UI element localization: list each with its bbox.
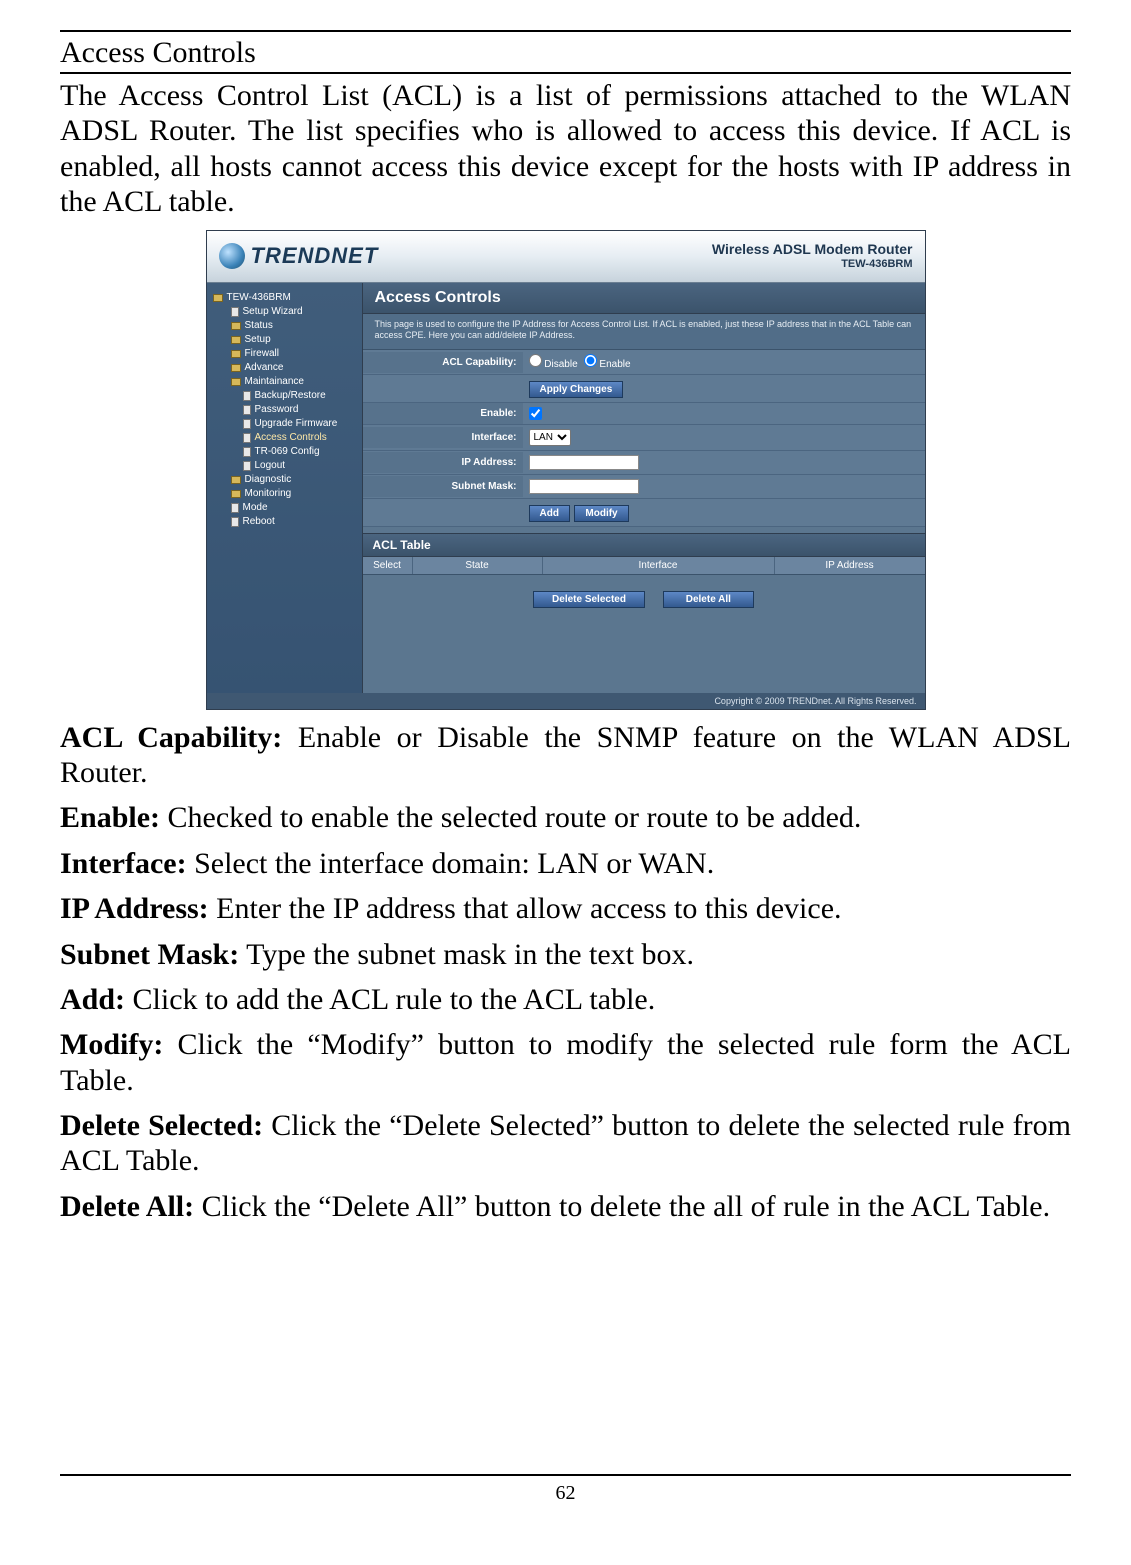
ip-address-input[interactable]	[529, 455, 639, 470]
nav-monitoring[interactable]: Monitoring	[213, 487, 358, 501]
file-icon	[243, 419, 251, 429]
nav-setup[interactable]: Setup	[213, 333, 358, 347]
folder-icon	[231, 322, 241, 330]
router-header: TRENDNET Wireless ADSL Modem Router TEW-…	[207, 231, 925, 283]
row-acl-capability: ACL Capability: Disable Enable	[363, 350, 925, 375]
intro-paragraph: The Access Control List (ACL) is a list …	[60, 78, 1071, 220]
file-icon	[243, 461, 251, 471]
folder-icon	[231, 350, 241, 358]
def-acl-capability: ACL Capability: Enable or Disable the SN…	[60, 720, 1071, 791]
def-interface: Interface: Select the interface domain: …	[60, 846, 1071, 881]
def-delete-selected: Delete Selected: Click the “Delete Selec…	[60, 1108, 1071, 1179]
definitions-block: ACL Capability: Enable or Disable the SN…	[60, 720, 1071, 1225]
row-subnet: Subnet Mask:	[363, 475, 925, 499]
nav-access-controls[interactable]: Access Controls	[213, 431, 358, 445]
folder-icon	[231, 364, 241, 372]
def-ip-address: IP Address: Enter the IP address that al…	[60, 891, 1071, 926]
file-icon	[243, 405, 251, 415]
nav-backup[interactable]: Backup/Restore	[213, 389, 358, 403]
label-ip: IP Address:	[363, 452, 523, 473]
page-number: 62	[60, 1482, 1071, 1505]
def-enable: Enable: Checked to enable the selected r…	[60, 800, 1071, 835]
interface-select[interactable]: LAN	[529, 429, 571, 446]
product-line2: TEW-436BRM	[712, 258, 913, 270]
brand-text: TRENDNET	[251, 243, 379, 269]
row-apply: Apply Changes	[363, 375, 925, 403]
panel-title: Access Controls	[363, 283, 925, 314]
file-icon	[231, 517, 239, 527]
bottom-rule	[60, 1474, 1071, 1476]
nav-password[interactable]: Password	[213, 403, 358, 417]
file-icon	[243, 391, 251, 401]
label-subnet: Subnet Mask:	[363, 476, 523, 497]
nav-root[interactable]: TEW-436BRM	[213, 291, 358, 305]
folder-icon	[213, 294, 223, 302]
subnet-mask-input[interactable]	[529, 479, 639, 494]
product-name: Wireless ADSL Modem Router TEW-436BRM	[712, 242, 913, 269]
col-state: State	[413, 557, 543, 574]
acl-table-columns: Select State Interface IP Address	[363, 557, 925, 575]
row-interface: Interface: LAN	[363, 425, 925, 451]
delete-all-button[interactable]: Delete All	[663, 591, 754, 608]
brand-logo: TRENDNET	[219, 243, 379, 269]
delete-selected-button[interactable]: Delete Selected	[533, 591, 645, 608]
col-interface: Interface	[543, 557, 775, 574]
row-enable: Enable:	[363, 403, 925, 425]
nav-setup-wizard[interactable]: Setup Wizard	[213, 305, 358, 319]
nav-tr069[interactable]: TR-069 Config	[213, 445, 358, 459]
nav-logout[interactable]: Logout	[213, 459, 358, 473]
nav-status[interactable]: Status	[213, 319, 358, 333]
panel-description: This page is used to configure the IP Ad…	[363, 314, 925, 351]
label-enable: Enable:	[363, 403, 523, 424]
folder-icon	[231, 336, 241, 344]
acl-table-buttons: Delete Selected Delete All	[363, 575, 925, 638]
section-title: Access Controls	[60, 36, 1071, 70]
label-acl-capability: ACL Capability:	[363, 352, 523, 373]
folder-icon	[231, 490, 241, 498]
nav-tree: TEW-436BRM Setup Wizard Status Setup Fir…	[207, 283, 362, 693]
add-button[interactable]: Add	[529, 505, 570, 522]
def-modify: Modify: Click the “Modify” button to mod…	[60, 1027, 1071, 1098]
router-footer: Copyright © 2009 TRENDnet. All Rights Re…	[207, 693, 925, 709]
product-line1: Wireless ADSL Modem Router	[712, 242, 913, 257]
enable-checkbox[interactable]	[529, 407, 542, 420]
folder-icon	[231, 378, 241, 386]
globe-icon	[219, 243, 245, 269]
file-icon	[231, 503, 239, 513]
nav-maintainance[interactable]: Maintainance	[213, 375, 358, 389]
row-add-modify: Add Modify	[363, 499, 925, 527]
label-interface: Interface:	[363, 427, 523, 448]
row-ip: IP Address:	[363, 451, 925, 475]
nav-advance[interactable]: Advance	[213, 361, 358, 375]
nav-mode[interactable]: Mode	[213, 501, 358, 515]
nav-diagnostic[interactable]: Diagnostic	[213, 473, 358, 487]
nav-firewall[interactable]: Firewall	[213, 347, 358, 361]
file-icon	[243, 447, 251, 457]
radio-enable[interactable]: Enable	[584, 354, 631, 370]
apply-changes-button[interactable]: Apply Changes	[529, 381, 624, 398]
radio-disable[interactable]: Disable	[529, 354, 578, 370]
router-screenshot: TRENDNET Wireless ADSL Modem Router TEW-…	[60, 230, 1071, 710]
nav-reboot[interactable]: Reboot	[213, 515, 358, 529]
def-subnet-mask: Subnet Mask: Type the subnet mask in the…	[60, 937, 1071, 972]
col-select: Select	[363, 557, 413, 574]
file-icon	[243, 433, 251, 443]
title-underline	[60, 72, 1071, 74]
def-add: Add: Click to add the ACL rule to the AC…	[60, 982, 1071, 1017]
modify-button[interactable]: Modify	[574, 505, 628, 522]
col-ip: IP Address	[775, 557, 925, 574]
nav-upgrade[interactable]: Upgrade Firmware	[213, 417, 358, 431]
top-rule	[60, 30, 1071, 32]
folder-icon	[231, 476, 241, 484]
file-icon	[231, 307, 239, 317]
def-delete-all: Delete All: Click the “Delete All” butto…	[60, 1189, 1071, 1224]
acl-table-header: ACL Table	[363, 533, 925, 557]
